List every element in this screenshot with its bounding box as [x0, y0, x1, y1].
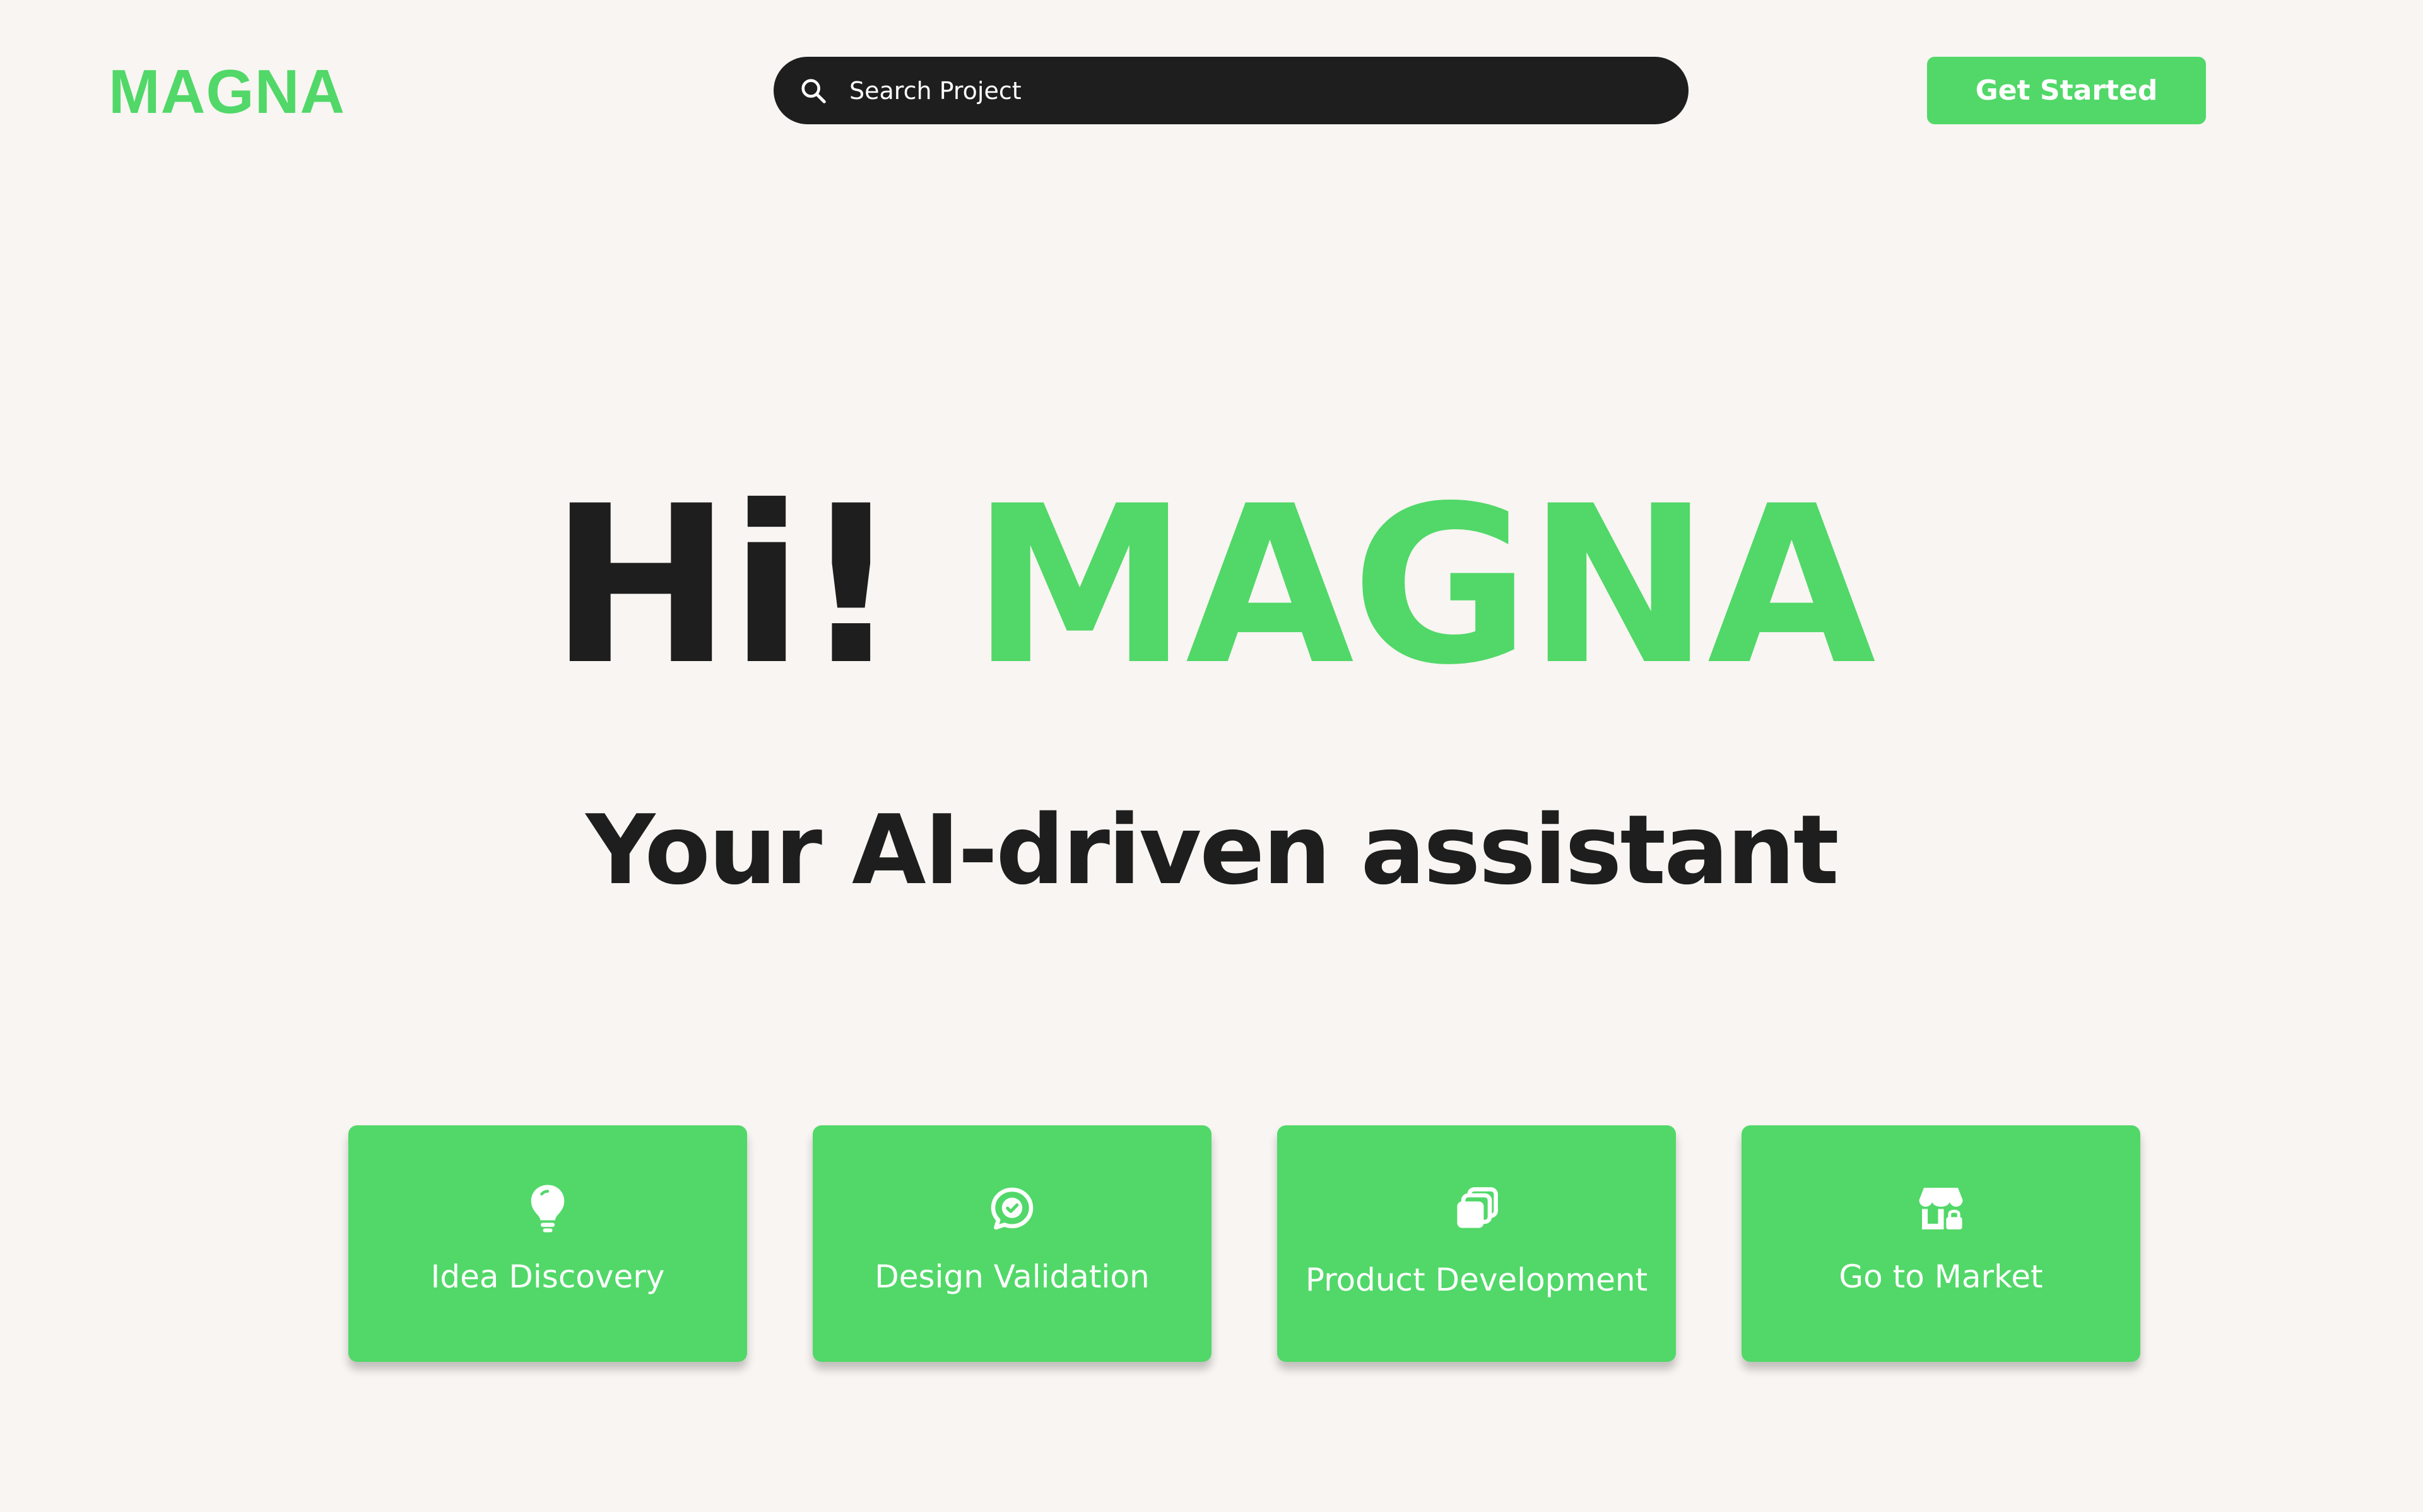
card-label: Design Validation [875, 1258, 1150, 1295]
hero-subtitle: Your AI-driven assistant [586, 794, 1839, 906]
get-started-button[interactable]: Get Started [1927, 57, 2206, 124]
card-label: Go to Market [1839, 1258, 2043, 1295]
lightbulb-icon [522, 1183, 573, 1234]
store-lock-icon [1916, 1183, 1966, 1234]
card-label: Product Development [1305, 1262, 1648, 1298]
hero-greeting: Hi! [550, 460, 900, 713]
brand-logo[interactable]: MAGNA [109, 57, 345, 126]
search-icon[interactable] [796, 74, 830, 108]
card-go-to-market[interactable]: Go to Market [1742, 1125, 2140, 1362]
search-input[interactable] [849, 71, 1663, 110]
hero-brand-name: MAGNA [971, 460, 1876, 713]
card-product-development[interactable]: Product Development [1277, 1125, 1676, 1362]
search-bar[interactable] [774, 57, 1689, 124]
card-label: Idea Discovery [430, 1258, 665, 1295]
copy-icon [1451, 1183, 1502, 1234]
card-idea-discovery[interactable]: Idea Discovery [348, 1125, 747, 1362]
chat-check-icon [987, 1183, 1037, 1234]
hero-title: Hi! MAGNA [0, 478, 2423, 695]
card-design-validation[interactable]: Design Validation [813, 1125, 1212, 1362]
